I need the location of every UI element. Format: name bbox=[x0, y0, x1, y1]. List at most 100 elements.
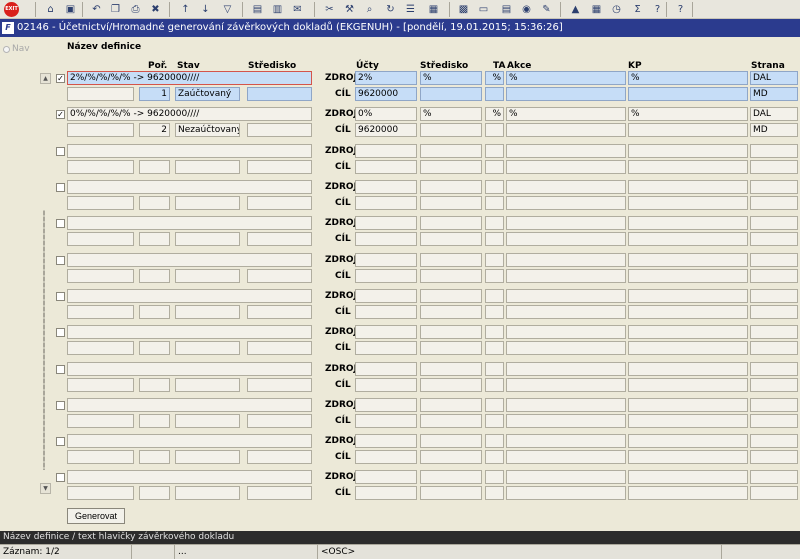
cil-ta-field[interactable] bbox=[485, 123, 504, 137]
zdroj-ucty-field[interactable] bbox=[355, 362, 417, 376]
generovat-button[interactable]: Generovat bbox=[67, 508, 125, 524]
cil-ta-field[interactable] bbox=[485, 341, 504, 355]
cil-stredisko-field[interactable] bbox=[420, 378, 482, 392]
cil-strana-field[interactable] bbox=[750, 232, 798, 246]
cil-ta-field[interactable] bbox=[485, 269, 504, 283]
nazev-definice-field[interactable]: 2%/%/%/%/% -> 9620000//// bbox=[67, 71, 312, 85]
warning-icon[interactable]: ▲ bbox=[568, 2, 583, 17]
zdroj-kp-field[interactable] bbox=[628, 289, 748, 303]
zdroj-stredisko-field[interactable] bbox=[420, 144, 482, 158]
cil-akce-field[interactable] bbox=[506, 486, 626, 500]
nazev-definice-field[interactable] bbox=[67, 289, 312, 303]
cil-ta-field[interactable] bbox=[485, 196, 504, 210]
cil-ta-field[interactable] bbox=[485, 486, 504, 500]
record-checkbox[interactable] bbox=[56, 473, 65, 482]
poradi-field[interactable]: 2 bbox=[139, 123, 170, 137]
zdroj-akce-field[interactable] bbox=[506, 325, 626, 339]
zdroj-ucty-field[interactable]: 2% bbox=[355, 71, 417, 85]
zdroj-akce-field[interactable] bbox=[506, 289, 626, 303]
cil-ucty-field[interactable] bbox=[355, 232, 417, 246]
cil-strana-field[interactable] bbox=[750, 450, 798, 464]
stredisko-field[interactable] bbox=[247, 160, 312, 174]
poradi-field[interactable] bbox=[139, 232, 170, 246]
zdroj-ucty-field[interactable] bbox=[355, 289, 417, 303]
zdroj-strana-field[interactable] bbox=[750, 362, 798, 376]
cil-ucty-field[interactable] bbox=[355, 341, 417, 355]
stredisko-field[interactable] bbox=[247, 232, 312, 246]
globe-icon[interactable]: ◉ bbox=[519, 2, 534, 17]
cil-ucty-field[interactable] bbox=[355, 450, 417, 464]
cil-akce-field[interactable] bbox=[506, 123, 626, 137]
zdroj-ucty-field[interactable] bbox=[355, 253, 417, 267]
cil-ta-field[interactable] bbox=[485, 232, 504, 246]
stav-field[interactable] bbox=[175, 414, 240, 428]
zdroj-ucty-field[interactable] bbox=[355, 398, 417, 412]
nav-toggle[interactable]: Nav bbox=[3, 44, 30, 54]
zdroj-akce-field[interactable] bbox=[506, 180, 626, 194]
zdroj-strana-field[interactable] bbox=[750, 325, 798, 339]
record-extra-field[interactable] bbox=[67, 196, 134, 210]
stredisko-field[interactable] bbox=[247, 414, 312, 428]
cil-kp-field[interactable] bbox=[628, 232, 748, 246]
cil-stredisko-field[interactable] bbox=[420, 196, 482, 210]
stav-field[interactable] bbox=[175, 305, 240, 319]
poradi-field[interactable] bbox=[139, 341, 170, 355]
help-icon[interactable]: ? bbox=[650, 2, 665, 17]
zdroj-ucty-field[interactable] bbox=[355, 470, 417, 484]
record-checkbox[interactable]: ✓ bbox=[56, 110, 65, 119]
zdroj-stredisko-field[interactable] bbox=[420, 470, 482, 484]
cil-strana-field[interactable] bbox=[750, 378, 798, 392]
zdroj-ucty-field[interactable] bbox=[355, 325, 417, 339]
exit-icon[interactable]: EXIT bbox=[4, 2, 19, 17]
zdroj-ucty-field[interactable] bbox=[355, 180, 417, 194]
zdroj-akce-field[interactable] bbox=[506, 470, 626, 484]
zdroj-ta-field[interactable] bbox=[485, 289, 504, 303]
cil-akce-field[interactable] bbox=[506, 341, 626, 355]
cil-akce-field[interactable] bbox=[506, 160, 626, 174]
print-preview-icon[interactable]: ▤ bbox=[250, 2, 265, 17]
delete-icon[interactable]: ✖ bbox=[148, 2, 163, 17]
zdroj-strana-field[interactable] bbox=[750, 434, 798, 448]
zdroj-ucty-field[interactable]: 0% bbox=[355, 107, 417, 121]
zdroj-kp-field[interactable] bbox=[628, 180, 748, 194]
stav-field[interactable]: Nezaúčtovaný bbox=[175, 123, 240, 137]
poradi-field[interactable] bbox=[139, 196, 170, 210]
stredisko-field[interactable] bbox=[247, 450, 312, 464]
sum-icon[interactable]: Σ bbox=[630, 2, 645, 17]
cil-kp-field[interactable] bbox=[628, 305, 748, 319]
stredisko-field[interactable] bbox=[247, 305, 312, 319]
nazev-definice-field[interactable] bbox=[67, 398, 312, 412]
zdroj-kp-field[interactable] bbox=[628, 325, 748, 339]
zdroj-stredisko-field[interactable] bbox=[420, 434, 482, 448]
cil-strana-field[interactable] bbox=[750, 269, 798, 283]
cil-ucty-field[interactable] bbox=[355, 305, 417, 319]
cil-strana-field[interactable] bbox=[750, 414, 798, 428]
zdroj-stredisko-field[interactable] bbox=[420, 180, 482, 194]
record-extra-field[interactable] bbox=[67, 123, 134, 137]
cil-ucty-field[interactable] bbox=[355, 269, 417, 283]
print-icon[interactable]: ⎙ bbox=[128, 2, 143, 17]
cil-ucty-field[interactable] bbox=[355, 196, 417, 210]
record-checkbox[interactable] bbox=[56, 147, 65, 156]
record-extra-field[interactable] bbox=[67, 341, 134, 355]
record-checkbox[interactable] bbox=[56, 183, 65, 192]
cil-ta-field[interactable] bbox=[485, 87, 504, 101]
zdroj-stredisko-field[interactable] bbox=[420, 289, 482, 303]
zdroj-akce-field[interactable] bbox=[506, 253, 626, 267]
stav-field[interactable] bbox=[175, 486, 240, 500]
nazev-definice-field[interactable] bbox=[67, 434, 312, 448]
poradi-field[interactable]: 1 bbox=[139, 87, 170, 101]
scroll-up-button[interactable]: ▲ bbox=[40, 73, 51, 84]
zdroj-stredisko-field[interactable]: % bbox=[420, 107, 482, 121]
record-checkbox[interactable]: ✓ bbox=[56, 74, 65, 83]
zdroj-ucty-field[interactable] bbox=[355, 434, 417, 448]
stredisko-field[interactable] bbox=[247, 269, 312, 283]
record-extra-field[interactable] bbox=[67, 414, 134, 428]
stav-field[interactable] bbox=[175, 378, 240, 392]
cil-ta-field[interactable] bbox=[485, 414, 504, 428]
zdroj-kp-field[interactable] bbox=[628, 216, 748, 230]
zdroj-strana-field[interactable] bbox=[750, 144, 798, 158]
stredisko-field[interactable] bbox=[247, 123, 312, 137]
zdroj-akce-field[interactable]: % bbox=[506, 71, 626, 85]
poradi-field[interactable] bbox=[139, 378, 170, 392]
